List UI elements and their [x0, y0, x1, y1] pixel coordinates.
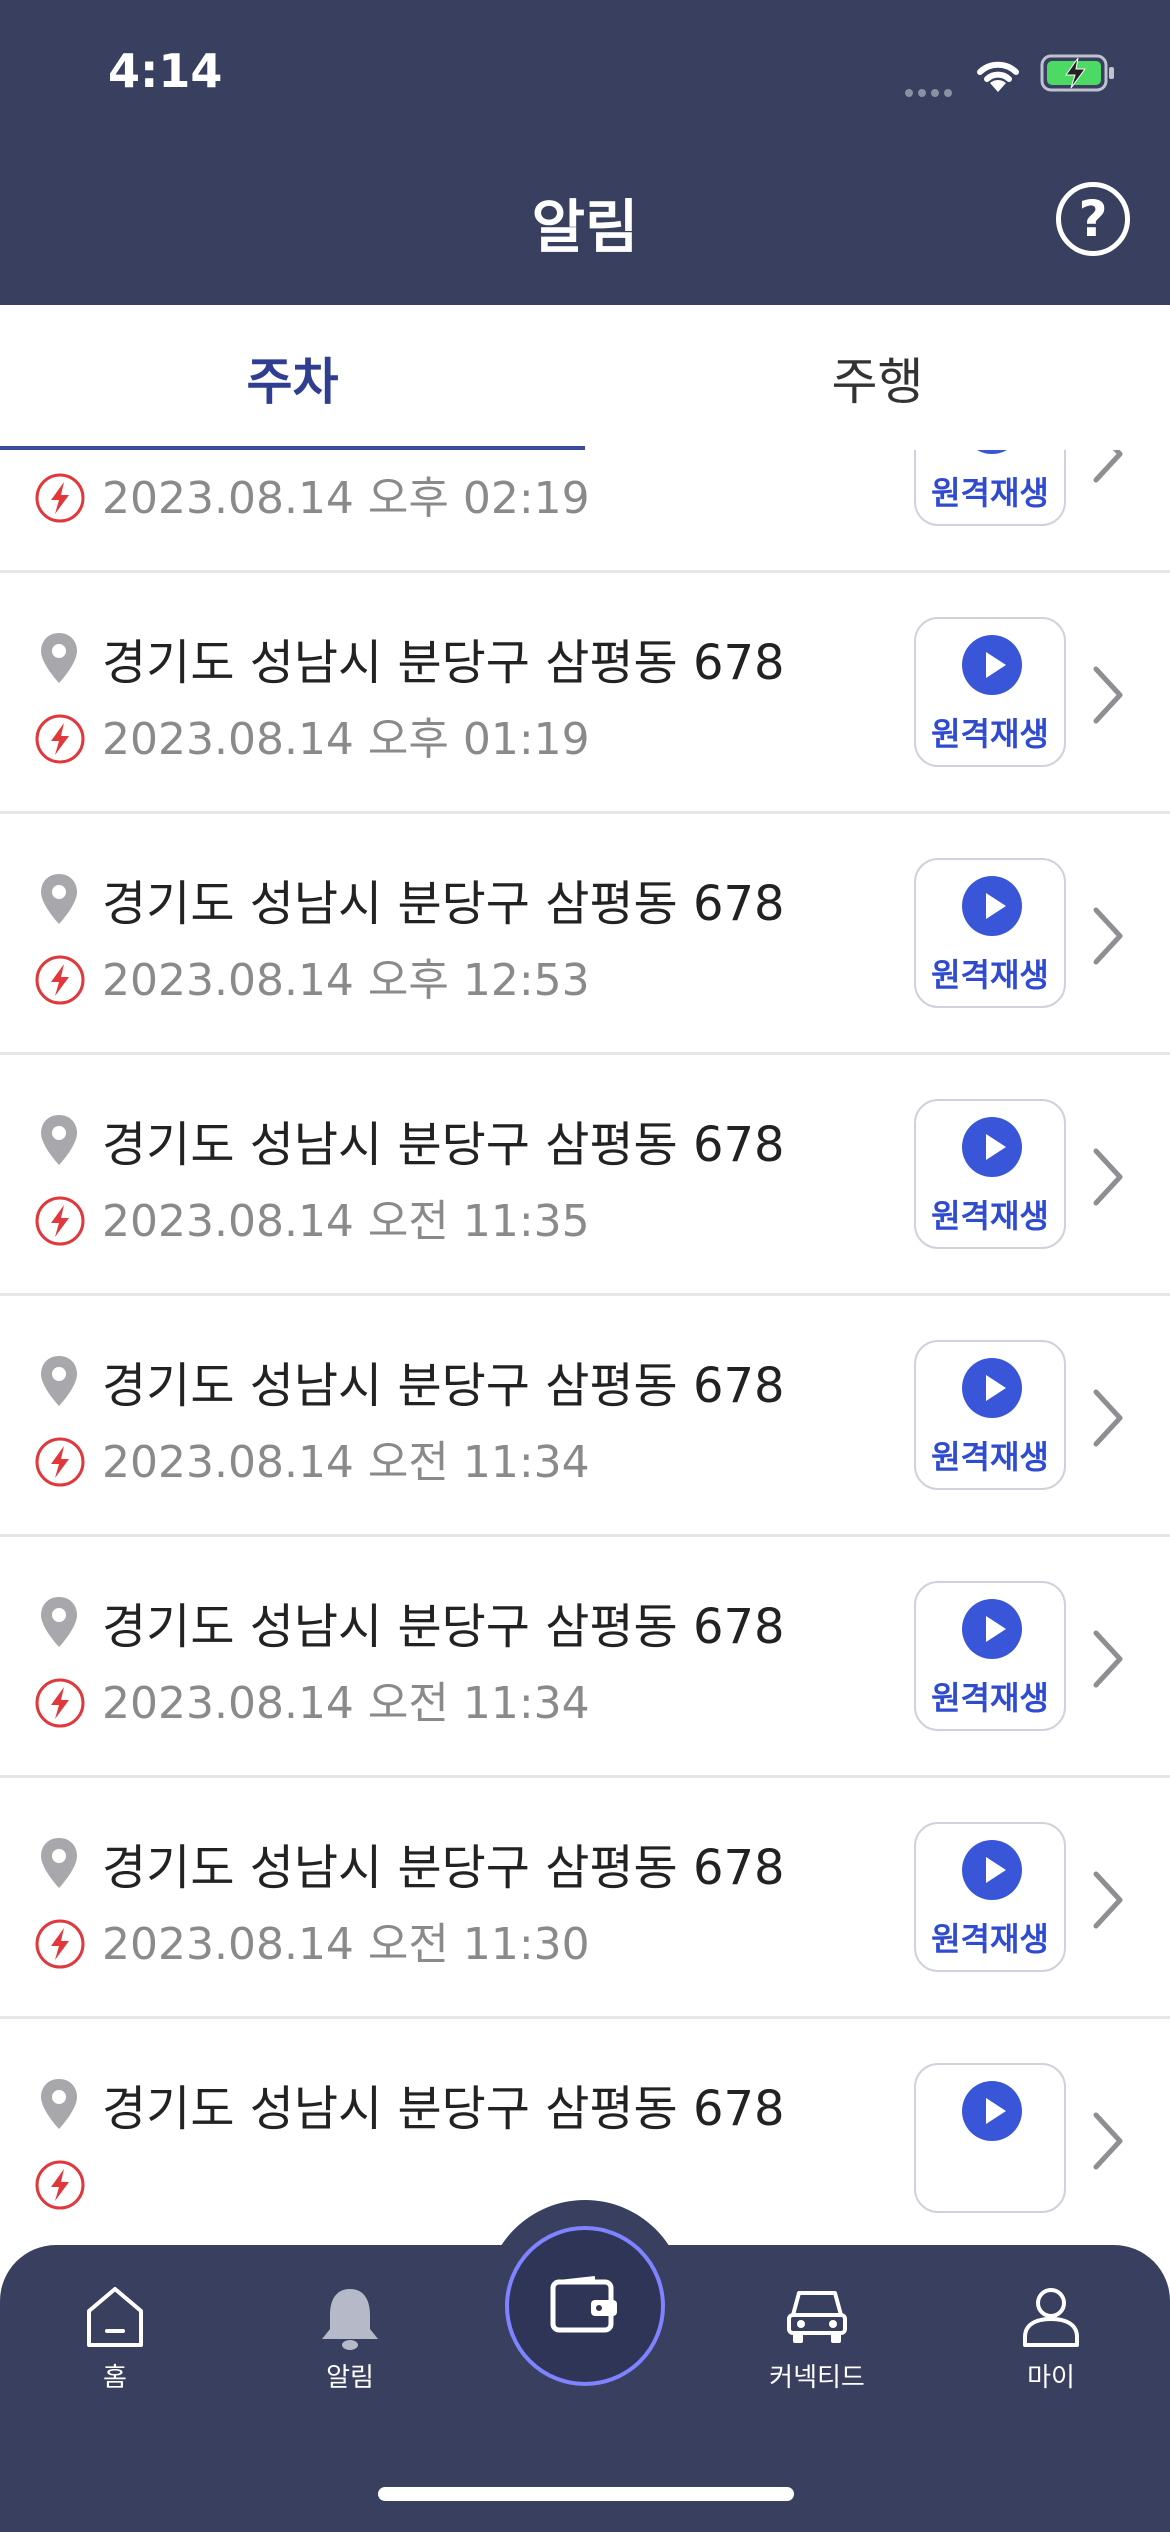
notification-address: 경기도 성남시 분당구 삼평동 678 [102, 876, 785, 932]
nav-my-label: 마이 [1027, 2363, 1075, 2393]
chevron-right-icon[interactable] [1090, 1147, 1126, 1207]
impact-alert-icon [35, 1919, 85, 1969]
chevron-right-icon[interactable] [1090, 906, 1126, 966]
notification-address: 경기도 성남시 분당구 삼평동 678 [102, 1599, 785, 1655]
location-pin-icon [41, 1838, 77, 1888]
tab-parking[interactable]: 주차 [0, 305, 585, 450]
remote-play-label: 원격재생 [931, 1920, 1049, 1958]
impact-alert-icon [35, 955, 85, 1005]
remote-play-button[interactable]: 원격재생 [914, 1822, 1066, 1972]
wallet-icon [550, 2276, 617, 2333]
remote-play-label: 원격재생 [931, 956, 1049, 994]
notification-item[interactable]: 경기도 성남시 분당구 삼평동 678 2023.08.14 오후 02:19 … [0, 450, 1170, 573]
notification-timestamp: 2023.08.14 오전 11:30 [102, 1919, 590, 1970]
tab-driving[interactable]: 주행 [585, 305, 1170, 450]
remote-play-button[interactable]: 원격재생 [914, 1581, 1066, 1731]
question-circle-icon: ? [1078, 190, 1108, 248]
notification-timestamp: 2023.08.14 오전 11:34 [102, 1678, 590, 1729]
impact-alert-icon [35, 1437, 85, 1487]
location-pin-icon [41, 2079, 77, 2129]
notification-timestamp: 2023.08.14 오후 12:53 [102, 955, 590, 1006]
impact-alert-icon [35, 473, 85, 523]
page-title: 알림 [531, 193, 639, 261]
play-icon [962, 1117, 1022, 1177]
remote-play-label: 원격재생 [931, 715, 1049, 753]
notification-address: 경기도 성남시 분당구 삼평동 678 [102, 1840, 785, 1896]
nav-connected[interactable]: 커넥티드 [737, 2275, 897, 2395]
wifi-icon [977, 61, 1019, 92]
notification-address: 경기도 성남시 분당구 삼평동 678 [102, 1358, 785, 1414]
chevron-right-icon[interactable] [1090, 1870, 1126, 1930]
remote-play-button[interactable]: 원격재생 [914, 1099, 1066, 1249]
remote-play-label: 원격재생 [931, 1438, 1049, 1476]
notification-item[interactable]: 경기도 성남시 분당구 삼평동 678 2023.08.14 오전 11:35 … [0, 1055, 1170, 1296]
notification-item[interactable]: 경기도 성남시 분당구 삼평동 678 2023.08.14 오후 12:53 … [0, 814, 1170, 1055]
notification-item[interactable]: 경기도 성남시 분당구 삼평동 678 2023.08.14 오전 11:34 … [0, 1296, 1170, 1537]
play-icon [962, 2081, 1022, 2141]
notification-address: 경기도 성남시 분당구 삼평동 678 [102, 1117, 785, 1173]
play-icon [962, 1358, 1022, 1418]
home-indicator [378, 2487, 794, 2501]
notification-address: 경기도 성남시 분당구 삼평동 678 [102, 2081, 785, 2137]
impact-alert-icon [35, 1678, 85, 1728]
chevron-right-icon[interactable] [1090, 665, 1126, 725]
play-icon [962, 635, 1022, 695]
notification-timestamp: 2023.08.14 오전 11:34 [102, 1437, 590, 1488]
notification-item[interactable]: 경기도 성남시 분당구 삼평동 678 2023.08.14 오후 01:19 … [0, 573, 1170, 814]
notification-list[interactable]: 경기도 성남시 분당구 삼평동 678 2023.08.14 오후 02:19 … [0, 450, 1170, 2245]
status-time: 4:14 [108, 44, 223, 98]
notification-item[interactable]: 경기도 성남시 분당구 삼평동 678 2023.08.14 오전 11:30 … [0, 1778, 1170, 2019]
remote-play-button[interactable]: 원격재생 [914, 617, 1066, 767]
play-icon [962, 876, 1022, 936]
notification-timestamp: 2023.08.14 오후 02:19 [102, 473, 590, 524]
remote-play-label: 원격재생 [931, 1197, 1049, 1235]
bell-icon [322, 2289, 378, 2350]
location-pin-icon [41, 1115, 77, 1165]
play-icon [962, 450, 1022, 454]
nav-home-label: 홈 [103, 2363, 127, 2393]
chevron-right-icon[interactable] [1090, 1629, 1126, 1689]
location-pin-icon [41, 1597, 77, 1647]
notification-timestamp: 2023.08.14 오전 11:35 [102, 1196, 590, 1247]
notification-timestamp: 2023.08.14 오후 01:19 [102, 714, 590, 765]
impact-alert-icon [35, 1196, 85, 1246]
help-button[interactable]: ? [1056, 182, 1130, 256]
nav-connected-label: 커넥티드 [769, 2363, 865, 2393]
notification-address: 경기도 성남시 분당구 삼평동 678 [102, 635, 785, 691]
signal-icon [905, 82, 957, 97]
impact-alert-icon [35, 2160, 85, 2210]
impact-alert-icon [35, 714, 85, 764]
play-icon [962, 1840, 1022, 1900]
remote-play-button[interactable]: 원격재생 [914, 450, 1066, 526]
tab-bar: 주차 주행 [0, 305, 1170, 452]
nav-alerts-label: 알림 [326, 2363, 374, 2393]
car-icon [787, 2291, 847, 2343]
battery-icon [1040, 54, 1114, 92]
chevron-right-icon[interactable] [1090, 1388, 1126, 1448]
remote-play-label: 원격재생 [931, 1679, 1049, 1717]
remote-play-label: 원격재생 [931, 474, 1049, 512]
nav-my[interactable]: 마이 [971, 2275, 1131, 2395]
play-icon [962, 1599, 1022, 1659]
location-pin-icon [41, 874, 77, 924]
home-icon [87, 2287, 143, 2347]
location-pin-icon [41, 633, 77, 683]
chevron-right-icon[interactable] [1090, 2111, 1126, 2171]
person-icon [1023, 2288, 1079, 2347]
nav-alerts[interactable]: 알림 [270, 2275, 430, 2395]
notification-item[interactable]: 경기도 성남시 분당구 삼평동 678 2023.08.14 오전 11:34 … [0, 1537, 1170, 1778]
remote-play-button[interactable]: 원격재생 [914, 858, 1066, 1008]
nav-home[interactable]: 홈 [35, 2275, 195, 2395]
notification-address: 경기도 성남시 분당구 삼평동 678 [102, 450, 785, 452]
remote-play-button[interactable]: 원격재생 [914, 1340, 1066, 1490]
location-pin-icon [41, 1356, 77, 1406]
nav-wallet-button[interactable] [505, 2226, 665, 2386]
chevron-right-icon[interactable] [1090, 450, 1126, 484]
remote-play-button[interactable] [914, 2063, 1066, 2213]
app-header: 4:14 알림 ? [0, 0, 1170, 305]
